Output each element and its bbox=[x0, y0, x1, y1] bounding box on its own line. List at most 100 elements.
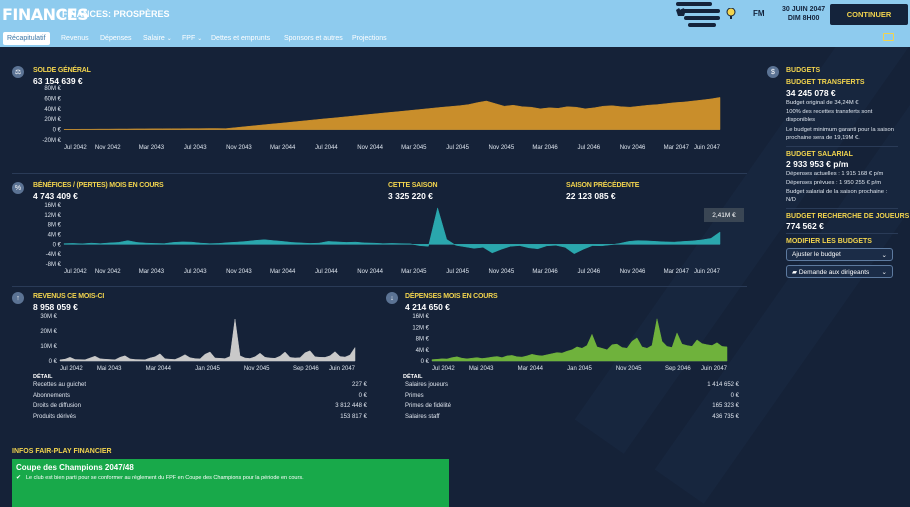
x-tick-label: Jan 2045 bbox=[567, 366, 592, 371]
detail-row[interactable]: Produits dérivés 153 817 € bbox=[33, 414, 367, 420]
request-board-dropdown[interactable]: ▰ Demande aux dirigeants ⌄ bbox=[786, 265, 893, 278]
detail-value: 153 817 € bbox=[340, 413, 367, 420]
tab-salaire[interactable]: Salaire ⌄ bbox=[139, 32, 176, 45]
tab-projections[interactable]: Projections bbox=[348, 32, 391, 45]
salary-planned: Dépenses prévues : 1 950 255 € p/m bbox=[786, 180, 882, 186]
balance-chart: 80M € 60M € 40M € 20M € 0 € -20M €Jul 2042 Nov… bbox=[42, 86, 720, 150]
x-tick-label: Mar 2047 bbox=[664, 269, 690, 274]
x-tick-label: Jul 2042 bbox=[60, 366, 83, 371]
detail-row[interactable]: Primes de fidélité 165 323 € bbox=[405, 403, 739, 409]
x-tick-label: Jul 2046 bbox=[577, 145, 600, 150]
tv-icon[interactable] bbox=[883, 33, 894, 41]
y-tick-label: 20M € bbox=[40, 329, 57, 335]
salary-current: Dépenses actuelles : 1 915 168 € p/m bbox=[786, 171, 884, 177]
y-tick-label: 0 € bbox=[53, 242, 62, 248]
y-tick-label: 60M € bbox=[44, 96, 61, 102]
chevron-down-icon: ⌄ bbox=[881, 251, 887, 259]
x-tick-label: Mar 2047 bbox=[664, 145, 690, 150]
detail-label: Primes bbox=[405, 392, 424, 399]
ffp-competition: Coupe des Champions 2047/48 bbox=[16, 463, 134, 472]
y-tick-label: 8M € bbox=[48, 223, 62, 229]
scouting-budget-value: 774 562 € bbox=[786, 221, 824, 231]
top-bar: FINANCES FINANCES: PROSPÈRES FM 30 JUIN … bbox=[0, 0, 910, 30]
detail-row[interactable]: Primes 0 € bbox=[405, 393, 739, 399]
chevron-down-icon: ⌄ bbox=[881, 268, 887, 276]
current-date: 30 JUIN 2047 DIM 8H00 bbox=[782, 6, 826, 22]
y-tick-label: 12M € bbox=[44, 213, 61, 219]
transfer-note-percent: 100% des recettes transferts sont dispon… bbox=[786, 109, 873, 123]
x-tick-label: Jul 2043 bbox=[184, 145, 207, 150]
detail-row[interactable]: Salaires joueurs 1 414 652 € bbox=[405, 382, 739, 388]
continue-button[interactable]: CONTINUER bbox=[830, 4, 908, 25]
x-tick-label: Nov 2046 bbox=[620, 145, 646, 150]
expenses-value: 4 214 650 € bbox=[405, 302, 450, 312]
y-tick-label: 0 € bbox=[53, 128, 62, 134]
y-tick-label: -20M € bbox=[42, 138, 61, 144]
x-tick-label: Jul 2042 bbox=[432, 366, 455, 371]
x-tick-label: Jul 2045 bbox=[446, 145, 469, 150]
detail-label: Salaires staff bbox=[405, 413, 440, 420]
detail-row[interactable]: Salaires staff 436 735 € bbox=[405, 414, 739, 420]
speech-bubble-icon: ▰ bbox=[792, 268, 797, 276]
detail-row[interactable]: Recettes au guichet 227 € bbox=[33, 382, 367, 388]
x-tick-label: Mar 2044 bbox=[146, 366, 172, 371]
x-tick-label: Jan 2045 bbox=[195, 366, 220, 371]
revenue-title: REVENUS CE MOIS-CI bbox=[33, 293, 105, 300]
y-tick-label: 8M € bbox=[416, 337, 430, 343]
x-tick-label: Nov 2043 bbox=[226, 269, 252, 274]
detail-row[interactable]: Droits de diffusion 3 812 448 € bbox=[33, 403, 367, 409]
y-tick-label: 20M € bbox=[44, 117, 61, 123]
x-tick-label: Jul 2046 bbox=[577, 269, 600, 274]
scouting-budget-title: BUDGET RECHERCHE DE JOUEURS bbox=[786, 213, 910, 220]
series-area bbox=[63, 206, 721, 254]
salary-budget-title: BUDGET SALARIAL bbox=[786, 151, 853, 158]
detail-value: 165 323 € bbox=[712, 403, 739, 409]
tab-fpf[interactable]: FPF ⌄ bbox=[178, 32, 206, 45]
chevron-down-icon: ⌄ bbox=[197, 36, 203, 42]
x-tick-label: Nov 2042 bbox=[95, 145, 121, 150]
x-tick-label: Nov 2044 bbox=[357, 145, 383, 150]
tab-depenses[interactable]: Dépenses bbox=[96, 32, 136, 45]
trophy-icon[interactable] bbox=[726, 7, 736, 22]
y-tick-label: 10M € bbox=[40, 344, 57, 350]
divider bbox=[786, 233, 898, 234]
divider bbox=[12, 173, 747, 174]
piggy-bank-icon: $ bbox=[767, 66, 779, 78]
x-tick-label: Juin 2047 bbox=[701, 366, 728, 371]
y-tick-label: 16M € bbox=[44, 203, 61, 209]
tab-sponsors[interactable]: Sponsors et autres bbox=[280, 32, 347, 45]
salary-budget-value: 2 933 953 € p/m bbox=[786, 159, 849, 169]
detail-value: 3 812 448 € bbox=[335, 403, 367, 409]
x-tick-label: Nov 2045 bbox=[244, 366, 270, 371]
adjust-budget-dropdown[interactable]: Ajuster le budget ⌄ bbox=[786, 248, 893, 261]
x-tick-label: Juin 2047 bbox=[329, 366, 356, 371]
ffp-message: Le club est bien parti pour se conformer… bbox=[26, 475, 304, 481]
profit-title: BÉNÉFICES / (PERTES) MOIS EN COURS bbox=[33, 182, 164, 189]
tab-bar: Récapitulatif Revenus Dépenses Salaire ⌄… bbox=[0, 30, 910, 47]
detail-row[interactable]: Abonnements 0 € bbox=[33, 393, 367, 399]
expenses-chart: 16M € 12M € 8M € 4M € 0 €Jul 2042 Mai 2043 Mar… bbox=[412, 314, 728, 371]
transfer-budget-value: 34 245 078 € bbox=[786, 88, 836, 98]
x-tick-label: Nov 2045 bbox=[616, 366, 642, 371]
detail-label: Abonnements bbox=[33, 392, 71, 399]
y-tick-label: 4M € bbox=[48, 233, 62, 239]
tab-recapitulatif[interactable]: Récapitulatif bbox=[3, 32, 50, 45]
transfer-note-minimum: Le budget minimum garanti pour la saison… bbox=[786, 127, 894, 141]
y-tick-label: 12M € bbox=[412, 325, 429, 331]
y-tick-label: 80M € bbox=[44, 86, 61, 92]
y-tick-label: 16M € bbox=[412, 314, 429, 320]
y-tick-label: 0 € bbox=[421, 359, 430, 365]
fm-logo-icon[interactable]: FM bbox=[753, 9, 765, 18]
ffp-title: INFOS FAIR-PLAY FINANCIER bbox=[12, 448, 112, 455]
tab-revenus[interactable]: Revenus bbox=[57, 32, 93, 45]
season-value: 3 325 220 € bbox=[388, 191, 433, 201]
tab-dettes[interactable]: Dettes et emprunts bbox=[207, 32, 274, 45]
transfer-budget-title: BUDGET TRANSFERTS bbox=[786, 79, 865, 86]
chevron-down-icon: ⌄ bbox=[166, 36, 172, 42]
prev-season-value: 22 123 085 € bbox=[566, 191, 616, 201]
club-crest-icon[interactable] bbox=[675, 7, 687, 22]
arrow-down-icon: ↓ bbox=[386, 292, 398, 304]
detail-label: Droits de diffusion bbox=[33, 403, 81, 409]
profit-chart: 16M € 12M € 8M € 4M € 0 € -4M € -8M €Jul 2042 N… bbox=[44, 203, 721, 274]
x-tick-label: Sep 2046 bbox=[665, 366, 691, 371]
